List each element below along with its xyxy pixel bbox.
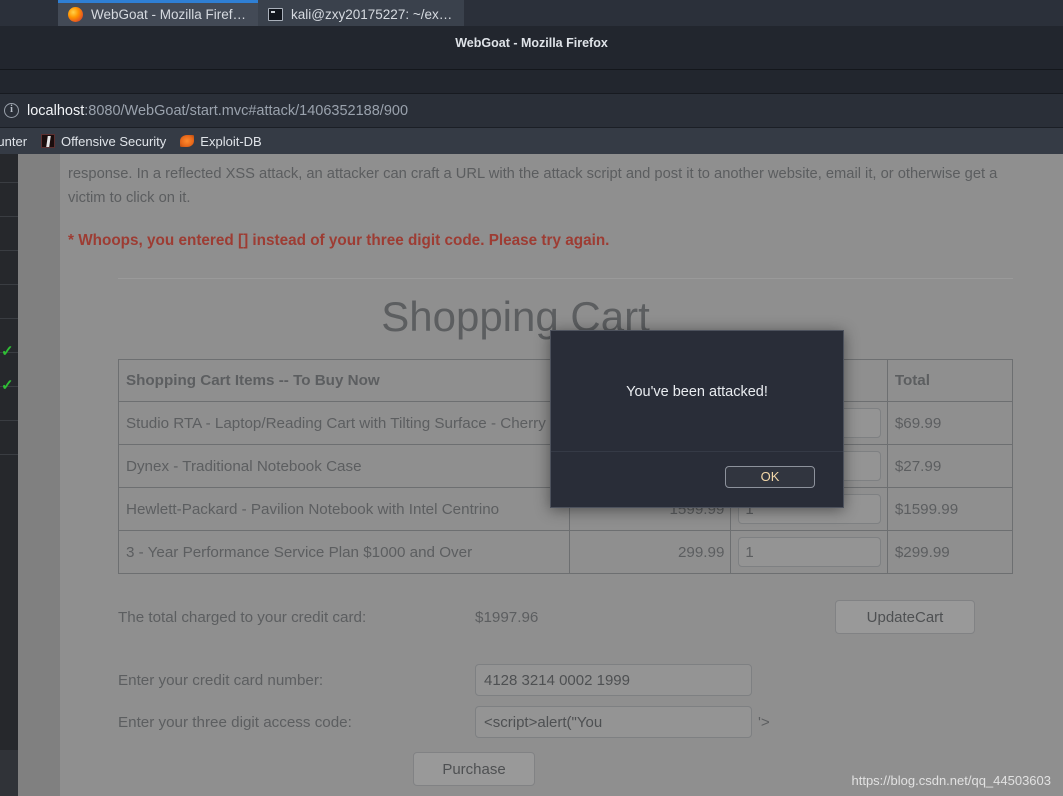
terminal-icon xyxy=(268,8,284,21)
content-divider xyxy=(118,278,1013,279)
address-bar[interactable]: i localhost:8080/WebGoat/start.mvc#attac… xyxy=(0,94,1063,128)
credit-card-input[interactable] xyxy=(475,664,752,696)
error-message: * Whoops, you entered [] instead of your… xyxy=(68,232,610,249)
cell-quantity xyxy=(730,530,888,574)
bookmark-offensive-security-label: Offensive Security xyxy=(61,133,167,149)
bookmark-exploit-db[interactable]: Exploit-DB xyxy=(180,133,262,149)
bookmark-offensive-security[interactable]: Offensive Security xyxy=(41,134,166,149)
alert-ok-button[interactable]: OK xyxy=(725,466,815,488)
page-left-margin xyxy=(18,154,60,796)
alert-message: You've been attacked! xyxy=(626,384,768,400)
cell-price: 299.99 xyxy=(569,530,732,574)
firefox-icon xyxy=(68,7,83,22)
sidebar-dividers xyxy=(0,154,18,796)
access-code-row: Enter your three digit access code: '> xyxy=(118,706,1013,738)
bookmarks-bar: Hunter Offensive Security Exploit-DB xyxy=(0,128,1063,154)
watermark: https://blog.csdn.net/qq_44503603 xyxy=(851,773,1052,788)
lesson-sidebar-gutter: ✓ ✓ xyxy=(0,154,18,796)
update-cart-button[interactable]: UpdateCart xyxy=(835,600,975,634)
quantity-input[interactable] xyxy=(738,537,881,567)
injected-markup-remainder: '> xyxy=(758,713,770,731)
cell-item: Dynex - Traditional Notebook Case xyxy=(117,444,571,488)
total-value: $1997.96 xyxy=(475,608,539,626)
th-total: Total xyxy=(886,359,1014,402)
taskbar-right-spacer xyxy=(464,0,1063,26)
credit-card-label: Enter your credit card number: xyxy=(118,671,324,689)
taskbar-item-terminal[interactable]: kali@zxy20175227: ~/ex… xyxy=(258,0,465,26)
page-viewport: ✓ ✓ response. In a reflected XSS attack,… xyxy=(0,154,1063,796)
alert-divider xyxy=(551,451,843,452)
lesson-complete-check-icon: ✓ xyxy=(1,343,14,360)
taskbar-left-spacer xyxy=(0,0,58,26)
access-code-input[interactable] xyxy=(475,706,752,738)
table-row: 3 - Year Performance Service Plan $1000 … xyxy=(117,530,1014,574)
url-path: :8080/WebGoat/start.mvc#attack/140635218… xyxy=(84,102,409,119)
purchase-button[interactable]: Purchase xyxy=(413,752,535,786)
cell-item: 3 - Year Performance Service Plan $1000 … xyxy=(117,530,571,574)
cell-total: $299.99 xyxy=(886,530,1014,574)
bookmark-hunter-label: Hunter xyxy=(0,133,28,149)
purchase-spacer xyxy=(118,752,413,786)
credit-card-row: Enter your credit card number: xyxy=(118,664,1013,696)
lesson-complete-check-icon: ✓ xyxy=(1,377,14,394)
alert-dialog: You've been attacked! OK xyxy=(550,330,844,508)
bookmark-exploit-db-label: Exploit-DB xyxy=(200,133,262,149)
taskbar: WebGoat - Mozilla Firef… kali@zxy2017522… xyxy=(0,0,1063,26)
browser-toolbar xyxy=(0,70,1063,94)
screen: WebGoat - Mozilla Firef… kali@zxy2017522… xyxy=(0,0,1063,796)
taskbar-item-firefox[interactable]: WebGoat - Mozilla Firef… xyxy=(58,0,259,26)
th-items: Shopping Cart Items -- To Buy Now xyxy=(117,359,571,402)
cell-total: $1599.99 xyxy=(886,487,1014,531)
cell-total: $27.99 xyxy=(886,444,1014,488)
offensive-security-icon xyxy=(41,134,56,148)
bookmark-hunter[interactable]: Hunter xyxy=(0,134,27,149)
total-label: The total charged to your credit card: xyxy=(118,608,367,626)
total-row: The total charged to your credit card: $… xyxy=(118,600,1013,634)
browser-titlebar: WebGoat - Mozilla Firefox xyxy=(0,26,1063,70)
url-host: localhost xyxy=(27,102,85,119)
info-icon[interactable]: i xyxy=(4,103,19,118)
access-code-label: Enter your three digit access code: xyxy=(118,713,352,731)
window-title: WebGoat - Mozilla Firefox xyxy=(455,36,608,50)
taskbar-item-firefox-label: WebGoat - Mozilla Firef… xyxy=(91,7,247,22)
cell-item: Hewlett-Packard - Pavilion Notebook with… xyxy=(117,487,571,531)
exploit-db-icon xyxy=(180,135,195,147)
taskbar-item-terminal-label: kali@zxy20175227: ~/ex… xyxy=(291,7,453,22)
address-bar-text: localhost:8080/WebGoat/start.mvc#attack/… xyxy=(27,103,408,119)
cell-total: $69.99 xyxy=(886,401,1014,445)
cell-item: Studio RTA - Laptop/Reading Cart with Ti… xyxy=(117,401,571,445)
sidebar-footer xyxy=(0,750,18,796)
lesson-paragraph: response. In a reflected XSS attack, an … xyxy=(68,166,998,206)
